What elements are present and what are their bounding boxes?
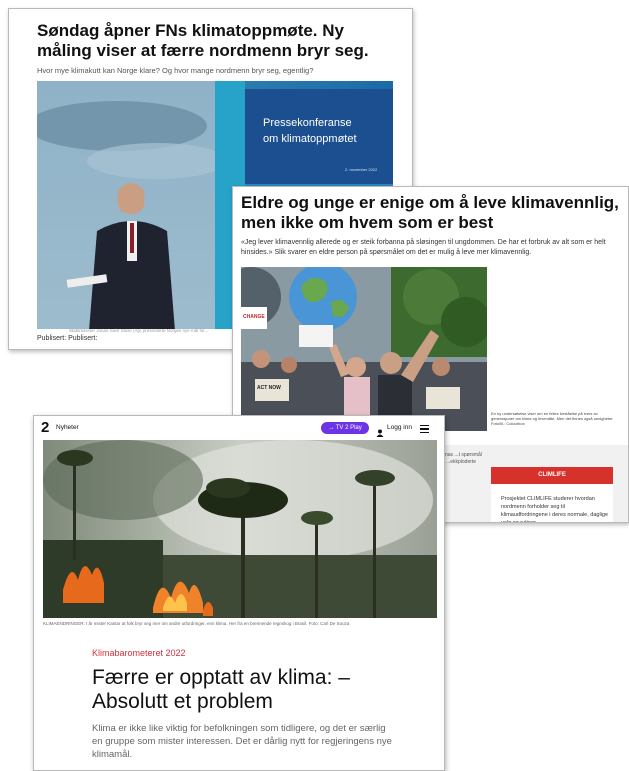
tv2-play-button[interactable]: → TV 2 Play xyxy=(321,422,369,434)
site-section-name[interactable]: Nyheter xyxy=(56,424,79,431)
article-subheading: Hvor mye klimakutt kan Norge klare? Og h… xyxy=(37,66,314,75)
screen-title-line-1: Pressekonferanse xyxy=(263,117,352,129)
article-lead: «Jeg lever klimavennlig allerede og er s… xyxy=(241,239,606,256)
screen-title-line-2: om klimatoppmøtet xyxy=(263,133,357,145)
protest-sign-text: CHANGE xyxy=(243,314,265,320)
published-label: Publisert: Publisert: xyxy=(37,335,98,342)
tv2-logo[interactable]: 2 xyxy=(41,419,49,436)
site-header: 2 Nyheter → TV 2 Play Logg inn xyxy=(34,416,444,440)
article-headline[interactable]: Søndag åpner FNs klimatoppmøte. Ny målin… xyxy=(37,21,397,61)
photo-caption: Statsminister Jonas Gahr Støre (Ap) pres… xyxy=(69,328,209,333)
burning-rainforest-photo xyxy=(43,440,437,618)
climlife-description: Prosjektet CLIMLIFE studerer hvordan nor… xyxy=(501,496,609,523)
screen-date: 2. november 2022 xyxy=(345,167,378,172)
truncated-text-snippet: ...nnas ...t spørsmål ...v ...ekkplodert… xyxy=(438,452,482,465)
protest-sign-text: ACT NOW xyxy=(257,385,281,391)
article-headline[interactable]: Eldre og unge er enige om å leve klimave… xyxy=(241,193,621,233)
article-lead: Klima er ikke like viktig for befolkning… xyxy=(92,723,392,760)
login-link[interactable]: Logg inn xyxy=(387,424,412,431)
photo-caption: En ny undersøkelse viser om en felles fo… xyxy=(491,411,614,426)
photo-caption: KLIMAENDRINGER: I år mister Kantar at fo… xyxy=(43,621,350,626)
hamburger-menu-icon[interactable] xyxy=(420,425,429,435)
climate-protest-photo: CHANGE ACT NOW xyxy=(241,267,487,431)
climlife-header: CLIMLIFE xyxy=(491,467,613,484)
article-card-climate-barometer[interactable]: 2 Nyheter → TV 2 Play Logg inn KLIMAENDR… xyxy=(33,415,445,771)
article-headline[interactable]: Færre er opptatt av klima: – Absolutt et… xyxy=(92,666,392,714)
article-kicker[interactable]: Klimabarometeret 2022 xyxy=(92,648,186,658)
screen-title: Pressekonferanse om klimatoppmøtet xyxy=(263,115,357,147)
